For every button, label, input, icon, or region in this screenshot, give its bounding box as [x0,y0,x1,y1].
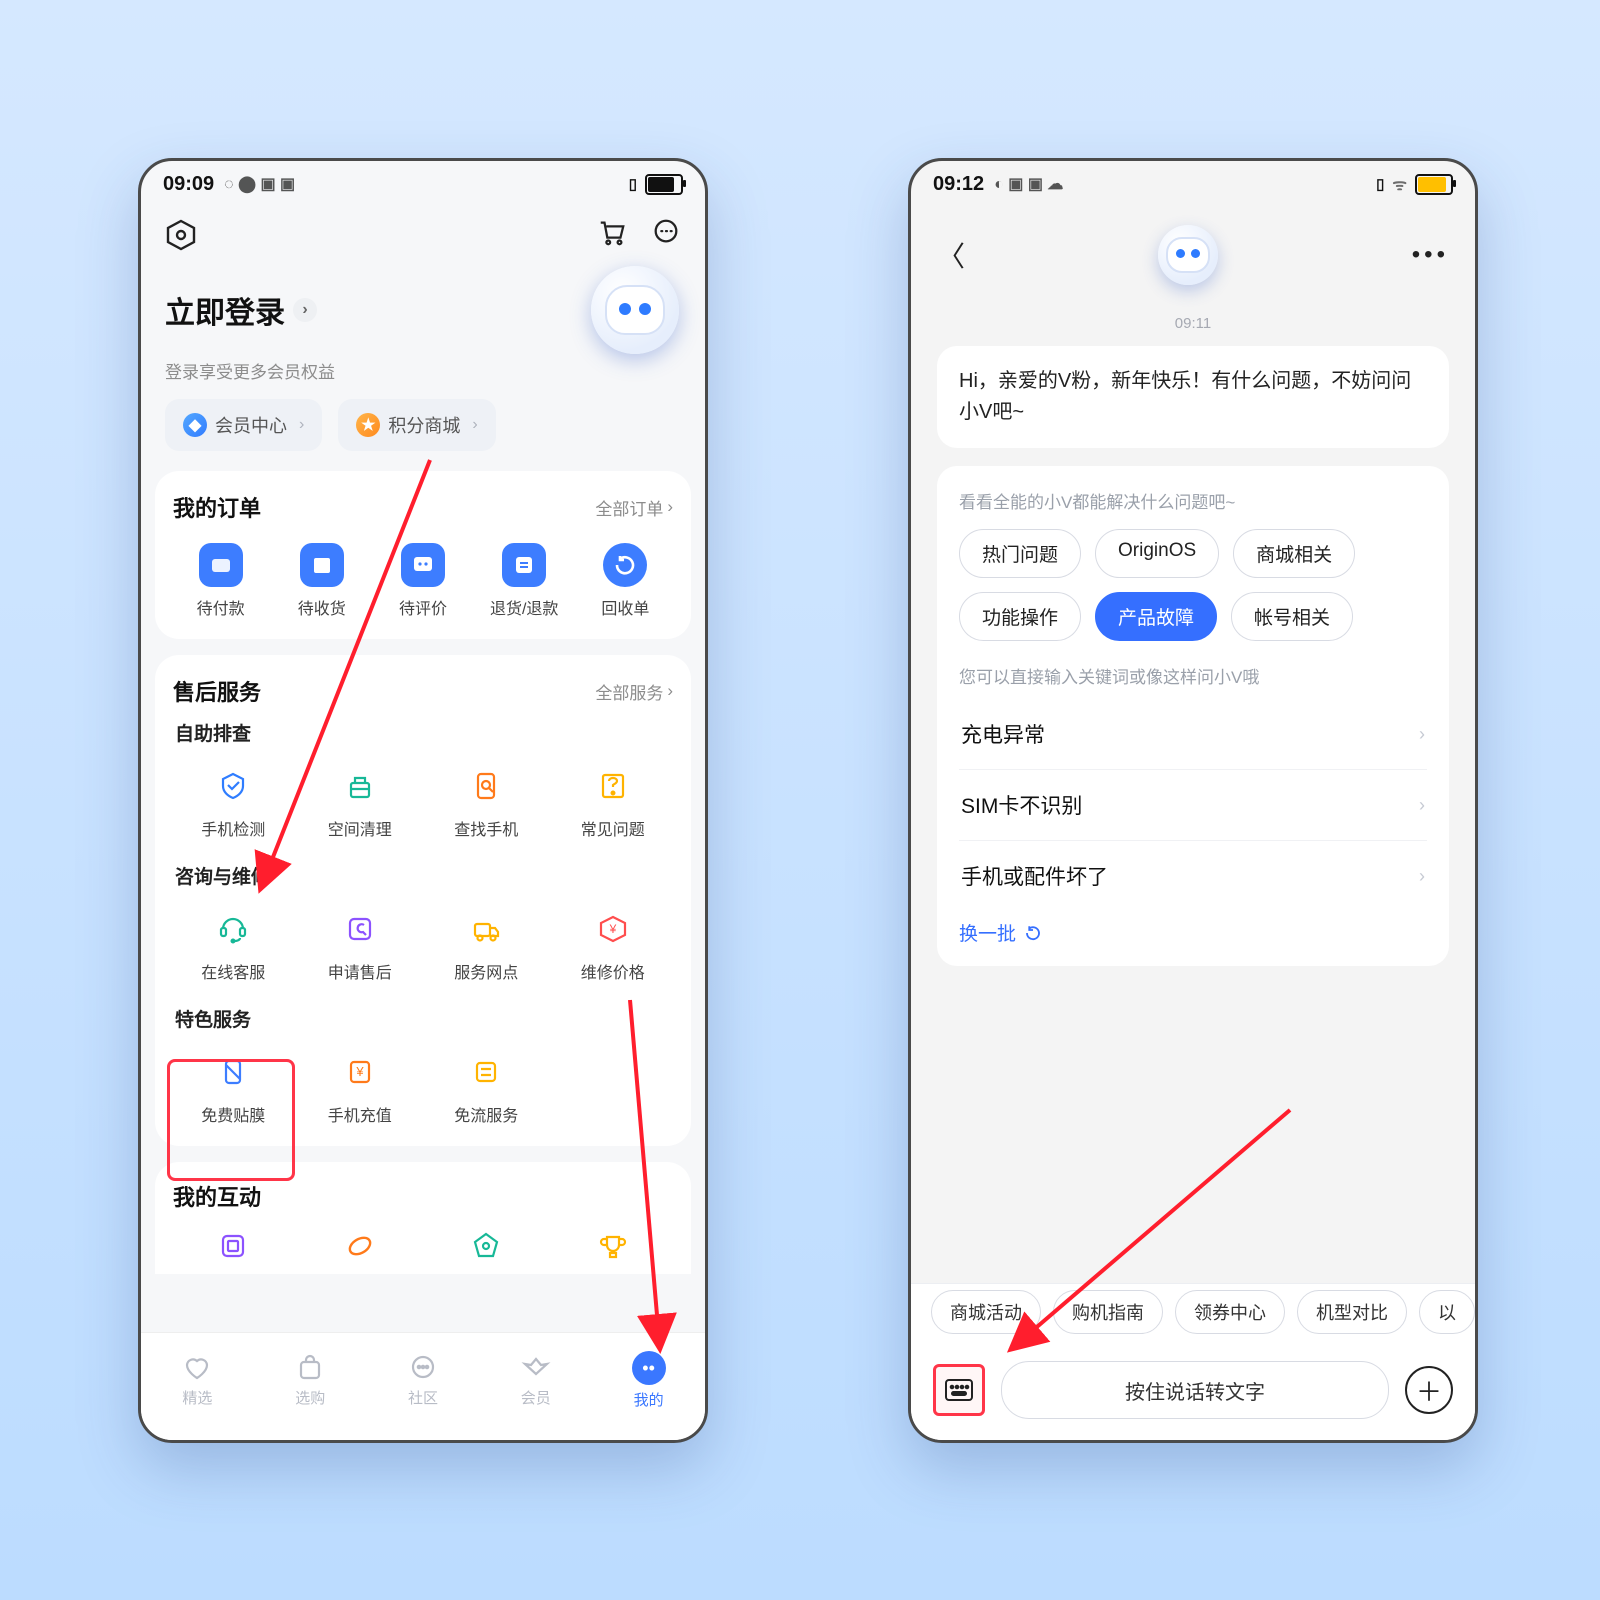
svc-price[interactable]: ¥维修价格 [553,899,674,991]
orders-section: 我的订单 全部订单› 待付款 待收货 待评价 退货/退款 回收单 [155,471,691,639]
interact-section: 我的互动 [155,1162,691,1274]
chip-mall[interactable]: 商城相关 [1233,529,1355,578]
chip-origin[interactable]: OriginOS [1095,529,1219,578]
tab-member[interactable]: 会员 [479,1353,592,1408]
status-bar: 09:12 ◐ ▣ ▣ ☁ ▯ ᯤ [911,161,1475,207]
bottom-tabbar: 精选 选购 社区 会员 ••我的 [141,1332,705,1440]
battery-icon [1415,174,1453,195]
int-3[interactable] [426,1218,547,1274]
back-icon[interactable]: 〈 [937,235,965,275]
status-notif-icons: ◌ ⬤ ▣ ▣ [224,174,295,194]
robot-avatar[interactable] [591,266,679,354]
refresh-icon [1024,924,1042,942]
status-bar: 09:09 ◌ ⬤ ▣ ▣ ▯ [141,161,705,207]
robot-avatar[interactable] [1158,225,1218,285]
sg-1[interactable]: 商城活动 [931,1290,1041,1334]
orders-title: 我的订单 [173,491,261,523]
service-section: 售后服务 全部服务› 自助排查 手机检测 空间清理 查找手机 常见问题 咨询与维… [155,655,691,1146]
svc-faq[interactable]: 常见问题 [553,756,674,848]
right-phone: 09:12 ◐ ▣ ▣ ☁ ▯ ᯤ 〈 ••• 09:11 Hi，亲爱的V粉，新… [908,158,1478,1443]
left-phone: 09:09 ◌ ⬤ ▣ ▣ ▯ [138,158,708,1443]
battery-icon [645,174,683,195]
cart-icon[interactable] [597,217,627,252]
orders-pending-pay[interactable]: 待付款 [173,535,268,627]
keyboard-toggle[interactable] [933,1364,985,1416]
service-title: 售后服务 [173,675,261,707]
settings-hex-icon[interactable] [165,219,197,251]
service-more[interactable]: 全部服务› [595,679,673,704]
svc-topup[interactable]: ¥手机充值 [300,1042,421,1134]
self-check-title: 自助排查 [175,719,671,746]
orders-refund[interactable]: 退货/退款 [477,535,572,627]
hold-to-talk[interactable]: 按住说话转文字 [1001,1361,1389,1419]
orders-pending-review[interactable]: 待评价 [375,535,470,627]
points-mall-pill[interactable]: ★ 积分商城› [338,399,495,451]
sg-2[interactable]: 购机指南 [1053,1290,1163,1334]
sg-5[interactable]: 以 [1419,1290,1475,1334]
int-2[interactable] [300,1218,421,1274]
sim-icon: ▯ [629,175,637,193]
interact-title: 我的互动 [173,1180,261,1212]
tab-featured[interactable]: 精选 [141,1353,254,1408]
svc-store[interactable]: 服务网点 [426,899,547,991]
svc-after[interactable]: 申请售后 [300,899,421,991]
tab-mine[interactable]: ••我的 [592,1351,705,1410]
orders-more[interactable]: 全部订单› [595,495,673,520]
tab-community[interactable]: 社区 [367,1353,480,1408]
q-sim[interactable]: SIM卡不识别› [959,769,1427,840]
suggestion-card: 看看全能的小V都能解决什么问题吧~ 热门问题 OriginOS 商城相关 功能操… [937,466,1449,966]
greeting-bubble: Hi，亲爱的V粉，新年快乐！有什么问题，不妨问问小V吧~ [937,346,1449,448]
svc-film[interactable]: 免费贴膜 [173,1042,294,1134]
suggest-bar: 商城活动 购机指南 领券中心 机型对比 以 [911,1283,1475,1340]
face-icon: •• [632,1351,666,1385]
card-note: 看看全能的小V都能解决什么问题吧~ [959,488,1427,513]
svg-text:¥: ¥ [355,1064,364,1079]
svc-find[interactable]: 查找手机 [426,756,547,848]
int-4[interactable] [553,1218,674,1274]
plus-button[interactable]: ＋ [1405,1366,1453,1414]
svg-text:¥: ¥ [608,922,616,936]
login-title[interactable]: 立即登录 › [165,288,317,332]
topic-chips: 热门问题 OriginOS 商城相关 功能操作 产品故障 帐号相关 [959,529,1427,641]
login-subtitle: 登录享受更多会员权益 [141,358,705,383]
status-notif-icons: ◐ ▣ ▣ ☁ [994,174,1063,194]
special-title: 特色服务 [175,1005,671,1032]
consult-title: 咨询与维修 [175,862,671,889]
diamond-icon: ◆ [183,413,207,437]
chip-fault[interactable]: 产品故障 [1095,592,1217,641]
star-icon: ★ [356,413,380,437]
q-charge[interactable]: 充电异常› [959,698,1427,769]
status-time: 09:09 [163,173,214,196]
orders-recycle[interactable]: 回收单 [578,535,673,627]
sim-icon: ▯ [1376,175,1384,193]
tab-shop[interactable]: 选购 [254,1353,367,1408]
q-broken[interactable]: 手机或配件坏了› [959,840,1427,911]
svc-online[interactable]: 在线客服 [173,899,294,991]
sg-3[interactable]: 领券中心 [1175,1290,1285,1334]
chevron-right-icon: › [293,298,317,322]
svc-clean[interactable]: 空间清理 [300,756,421,848]
member-center-pill[interactable]: ◆ 会员中心› [165,399,322,451]
int-1[interactable] [173,1218,294,1274]
time-mark: 09:11 [911,315,1475,332]
sg-4[interactable]: 机型对比 [1297,1290,1407,1334]
chip-account[interactable]: 帐号相关 [1231,592,1353,641]
svc-freeflow[interactable]: 免流服务 [426,1042,547,1134]
orders-pending-ship[interactable]: 待收货 [274,535,369,627]
chip-hot[interactable]: 热门问题 [959,529,1081,578]
chat-icon[interactable] [651,217,681,252]
status-time: 09:12 [933,173,984,196]
more-icon[interactable]: ••• [1412,241,1449,269]
svc-phone-check[interactable]: 手机检测 [173,756,294,848]
input-bar: 按住说话转文字 ＋ [911,1340,1475,1440]
refresh-link[interactable]: 换一批 [959,919,1427,946]
card-note2: 您可以直接输入关键词或像这样问小V哦 [959,663,1427,688]
chip-func[interactable]: 功能操作 [959,592,1081,641]
wifi-icon: ᯤ [1392,173,1407,195]
